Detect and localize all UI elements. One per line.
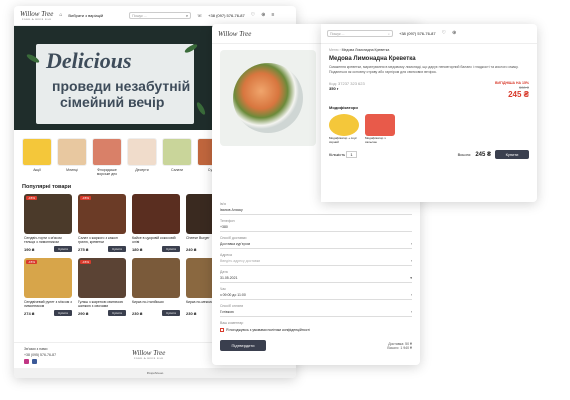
hero-subtitle: проведи незабутній сімейний вечір <box>52 78 191 110</box>
chevron-down-icon: › <box>410 310 412 314</box>
buy-button[interactable]: Купити <box>54 310 72 316</box>
buy-button[interactable]: Купити <box>495 150 529 159</box>
discount-badge: -15% <box>80 196 92 200</box>
header-link[interactable]: Вибрати з варіацій <box>68 13 103 18</box>
date-field[interactable]: 31.05.2021 ▾ <box>220 274 412 283</box>
phone[interactable]: +38 (097) 576-76-87 <box>208 13 245 18</box>
product-card[interactable]: -15% Гуляш з жареною свинячою шинкою з ов… <box>78 258 126 316</box>
footer-logo: Willow Tree FOOD & BEER BAR <box>132 349 166 360</box>
category-item[interactable]: Десерти <box>127 138 157 176</box>
cart-icon[interactable]: ⊕ <box>452 31 456 36</box>
logo[interactable]: Willow Tree <box>218 30 251 38</box>
phone-field[interactable]: +380 <box>220 223 412 232</box>
address-field[interactable]: Введіть адресу доставки › <box>220 257 412 266</box>
category-item[interactable]: Акції <box>22 138 52 176</box>
buy-button[interactable]: Купити <box>162 246 180 252</box>
buy-button[interactable]: Купити <box>54 246 72 252</box>
category-item[interactable]: Флоридське морське дно <box>92 138 122 176</box>
location-icon: ⌂ <box>59 12 63 18</box>
phone[interactable]: +38 (097) 576-76-87 <box>399 31 436 36</box>
product-window: Пошук ... ⌕ +38 (097) 576-76-87 ♡ ⊕ Меню ›… <box>321 24 537 202</box>
comment-label: Ваш коментар <box>220 321 244 325</box>
phone-icon: ☏ <box>197 12 203 18</box>
product-card[interactable]: Кайсе в цукровій кокосовій оліві 180 ₴ Куп… <box>132 194 180 252</box>
product-description: Смаження креветки, маринування в медовом… <box>329 65 519 74</box>
chevron-down-icon: › <box>410 259 412 263</box>
buy-button[interactable]: Купити <box>108 246 126 252</box>
search-input[interactable]: Пошук ... ⌕ <box>129 12 192 19</box>
checkout-form: Ім'я Іванов Аляску Телефон +380 Спосіб д… <box>212 194 420 355</box>
breadcrumb: Меню › Медова Лимонадна Креветка <box>329 48 390 52</box>
time-field[interactable]: з 09:00 до 11:00 › <box>220 291 412 300</box>
buy-button[interactable]: Купити <box>162 310 180 316</box>
discount-badge: -15% <box>26 260 38 264</box>
payment-select[interactable]: Готівкою › <box>220 308 412 317</box>
product-weight: 350 г <box>329 86 339 91</box>
top-bar: Willow Tree FOOD & BEER BAR ⌂ Вибрати з в… <box>14 6 296 26</box>
category-item[interactable]: Салати <box>162 138 192 176</box>
buy-button[interactable]: Купити <box>108 310 126 316</box>
product-card[interactable]: -15% Салат з жаркого з кажон грилю, креве… <box>78 194 126 252</box>
chevron-down-icon: ▾ <box>410 276 412 280</box>
leaf-decoration <box>195 101 207 116</box>
chevron-down-icon: › <box>410 293 412 297</box>
search-input[interactable]: Пошук ... ⌕ <box>327 30 393 37</box>
hero-title: Delicious <box>46 48 132 73</box>
instagram-icon[interactable] <box>24 359 29 364</box>
name-field[interactable]: Іванов Аляску <box>220 206 412 215</box>
product-card[interactable]: Кирка по-італійськи 230 ₴ Купити <box>132 258 180 316</box>
discount-badge: -15% <box>26 196 38 200</box>
agree-label: Я погоджуюсь з умовами політики конфіден… <box>226 328 310 332</box>
facebook-icon[interactable] <box>32 359 37 364</box>
quantity-label: Кількість <box>329 152 346 157</box>
delivery-cost: Доставка: 50 ₴ <box>388 341 412 346</box>
agree-checkbox[interactable] <box>220 328 224 332</box>
bottom-credit: Розроблено <box>14 368 296 378</box>
search-icon: ⌕ <box>185 12 189 18</box>
heart-icon[interactable]: ♡ <box>251 13 255 18</box>
category-item[interactable]: Млинці <box>57 138 87 176</box>
chevron-down-icon: › <box>410 242 412 246</box>
modifiers-title: Модифікатори <box>329 105 358 110</box>
cart-icon[interactable]: ⊕ <box>261 13 265 18</box>
product-card[interactable]: -15% Сендвічевий рулет з м'ясом з лимонни… <box>24 258 72 316</box>
product-card[interactable]: -15% Сендвіч-торти з м'ясом тельця з лимо… <box>24 194 72 252</box>
search-icon: ⌕ <box>388 31 390 36</box>
heart-icon[interactable]: ♡ <box>442 31 446 36</box>
total-price: 245 ₴ <box>475 151 491 158</box>
dish-image <box>220 50 316 146</box>
submit-button[interactable]: Підтвердити <box>220 340 266 351</box>
quantity-stepper[interactable]: 1 <box>346 151 357 158</box>
product-price: 245 ₴ <box>508 90 529 99</box>
order-total: Всього: 1 940 ₴ <box>387 345 412 350</box>
logo[interactable]: Willow Tree FOOD & BEER BAR <box>20 10 53 21</box>
modifier-item[interactable]: Модифікатор + соус сирний <box>329 114 359 144</box>
discount-badge: -15% <box>80 260 92 264</box>
modifier-item[interactable]: Модифікатор з сальсою <box>365 114 395 144</box>
delivery-select[interactable]: Доставка кур'єром › <box>220 240 412 249</box>
menu-icon[interactable]: ≡ <box>271 13 274 18</box>
product-top-bar: Пошук ... ⌕ +38 (097) 576-76-87 ♡ ⊕ <box>321 24 537 44</box>
